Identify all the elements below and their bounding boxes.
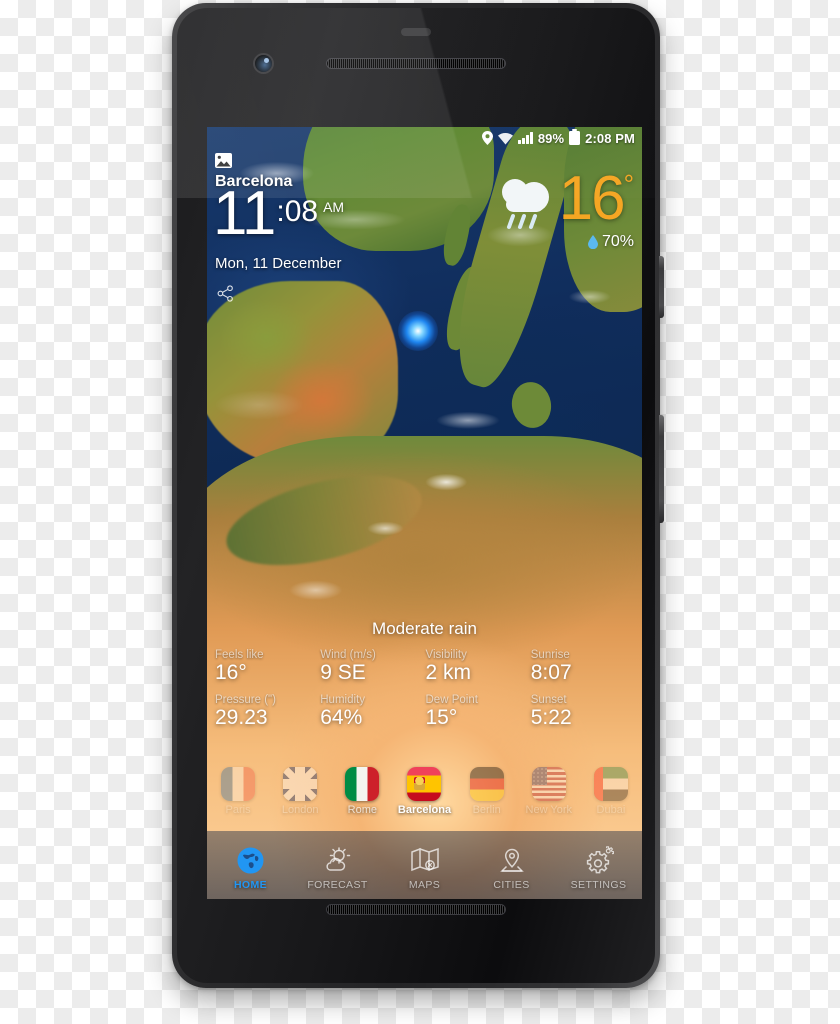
clock-meridiem: AM [323,199,345,215]
humidity-value: 70% [601,233,634,250]
city-item-london[interactable]: London [269,766,331,816]
globe-icon [237,845,264,875]
detail-value: 16° [215,661,247,684]
nav-label: CITIES [493,879,530,891]
nav-item-settings[interactable]: SETTINGS [555,839,642,891]
detail-cell: Wind (m/s) 9 SE [320,649,425,684]
city-label: Rome [347,803,378,816]
clock-minute: :08 [276,195,319,228]
nav-item-cities[interactable]: CITIES [468,839,555,891]
current-location-marker [397,310,438,351]
flag-uae-icon [593,766,628,801]
map-icon [410,845,439,875]
location-pin-icon [482,131,494,145]
flag-united-kingdom-icon [283,766,318,801]
detail-cell: Humidity 64% [320,694,425,729]
nav-label: SETTINGS [570,879,627,891]
weather-condition-label: Moderate rain [372,619,477,638]
nav-item-home[interactable]: HOME [207,839,294,891]
detail-label: Sunrise [530,649,570,661]
phone-body: 89% 2:08 PM Barcelona 11 :08 AM Mon, 11 … [177,8,655,983]
status-bar-clock: 2:08 PM [585,130,635,146]
rain-cloud-icon [501,179,549,229]
bottom-navigation-bar: HOME FORECAST MAPS CITIES SETTINGS [207,831,642,899]
proximity-sensor [401,28,431,36]
photo-icon[interactable] [215,153,232,168]
city-item-barcelona[interactable]: Barcelona [393,766,455,816]
widget-humidity: 70% [587,233,634,251]
nav-item-forecast[interactable]: FORECAST [294,839,381,891]
detail-label: Pressure (") [215,694,276,707]
signal-bars-icon [518,132,533,144]
weather-details-grid: Feels like 16° Wind (m/s) 9 SE Visibility 2… [215,649,636,729]
detail-label: Wind (m/s) [320,649,376,661]
detail-cell: Visibility 2 km [426,649,531,684]
nav-label: MAPS [408,879,441,891]
city-item-dubai[interactable]: Dubai [580,766,642,816]
detail-label: Humidity [320,694,365,707]
share-icon[interactable] [217,285,234,302]
flag-italy-icon [345,766,380,801]
water-drop-icon [587,235,598,249]
battery-percent-label: 89% [537,130,565,146]
city-item-rome[interactable]: Rome [331,766,393,816]
power-button[interactable] [659,256,664,318]
detail-cell: Sunrise 8:07 [531,649,636,684]
widget-weather-summary: 16° [493,164,634,233]
city-label: Paris [225,803,251,816]
detail-cell: Pressure (") 29.23 [215,694,320,729]
detail-value: 9 SE [320,661,366,684]
earpiece-speaker [326,58,506,69]
widget-temperature: 16° [558,164,634,233]
detail-value: 29.23 [215,706,268,730]
detail-label: Sunset [530,694,567,707]
city-item-berlin[interactable]: Berlin [456,766,518,816]
detail-value: 15° [425,706,458,730]
map-pin-icon [498,845,526,875]
front-camera-icon [255,55,272,72]
gear-icon [584,845,614,875]
city-item-new-york[interactable]: New York [518,766,580,816]
flag-spain-icon [407,766,442,801]
nav-item-maps[interactable]: MAPS [381,839,468,891]
sun-cloud-icon [323,845,353,875]
detail-value: 8:07 [530,661,572,684]
flag-france-icon [221,766,256,801]
detail-value: 5:22 [530,706,572,730]
volume-button[interactable] [659,415,664,523]
city-carousel[interactable]: Paris London Rome Barcelona Berlin New Y… [207,755,642,827]
detail-cell: Sunset 5:22 [531,694,636,729]
widget-clock: 11 :08 AM [213,179,345,248]
city-label: London [281,803,319,816]
city-label: Berlin [472,803,501,816]
wifi-icon [498,132,514,144]
detail-cell: Feels like 16° [215,649,320,684]
detail-cell: Dew Point 15° [426,694,531,729]
phone-device: 89% 2:08 PM Barcelona 11 :08 AM Mon, 11 … [172,3,664,988]
widget-date: Mon, 11 December [215,255,342,272]
nav-label: FORECAST [307,879,368,891]
city-label: New York [525,803,573,816]
battery-icon [569,128,581,145]
flag-germany-icon [469,766,504,801]
city-item-paris[interactable]: Paris [207,766,269,816]
bottom-speaker [326,904,506,915]
detail-label: Visibility [425,649,467,661]
detail-value: 2 km [425,661,472,684]
status-bar: 89% 2:08 PM [207,127,642,149]
detail-label: Dew Point [425,694,478,707]
detail-label: Feels like [215,649,264,661]
phone-screen: 89% 2:08 PM Barcelona 11 :08 AM Mon, 11 … [207,127,642,899]
detail-value: 64% [320,706,363,730]
flag-united-states-icon [531,766,566,801]
nav-label: HOME [233,879,268,891]
city-label: Barcelona [397,803,452,816]
clock-hour: 11 [213,179,276,248]
city-label: Dubai [596,803,626,816]
